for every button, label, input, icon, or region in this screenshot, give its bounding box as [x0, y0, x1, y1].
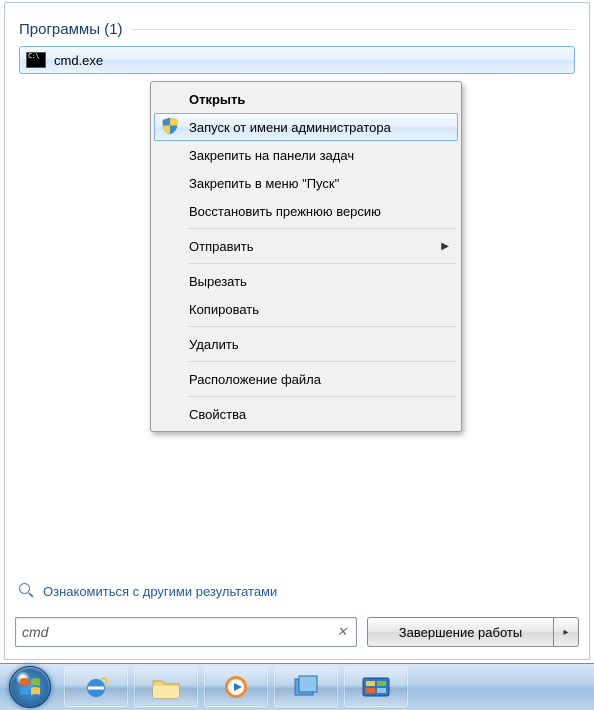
windows-logo-icon — [9, 666, 51, 708]
ie-icon — [82, 673, 110, 701]
shutdown-label: Завершение работы — [399, 625, 522, 640]
ctx-pin-start[interactable]: Закрепить в меню "Пуск" — [154, 169, 458, 197]
taskbar-control-panel[interactable] — [344, 667, 408, 707]
chevron-right-icon: ▸ — [563, 627, 568, 638]
taskbar-sticky-notes[interactable] — [274, 667, 338, 707]
uac-shield-icon — [161, 117, 179, 135]
sticky-notes-icon — [292, 674, 320, 700]
divider — [188, 326, 456, 327]
cmd-icon — [26, 52, 46, 68]
context-menu: Открыть Запуск от имени администратора З… — [150, 81, 462, 432]
ctx-restore-previous[interactable]: Восстановить прежнюю версию — [154, 197, 458, 225]
divider — [188, 361, 456, 362]
taskbar-explorer[interactable] — [134, 667, 198, 707]
search-icon — [19, 583, 35, 599]
ctx-restore-previous-label: Восстановить прежнюю версию — [189, 204, 381, 219]
ctx-send-to[interactable]: Отправить ▶ — [154, 232, 458, 260]
ctx-pin-taskbar-label: Закрепить на панели задач — [189, 148, 354, 163]
search-input[interactable]: cmd ✕ — [15, 617, 357, 647]
ctx-open-location[interactable]: Расположение файла — [154, 365, 458, 393]
ctx-properties-label: Свойства — [189, 407, 246, 422]
submenu-arrow-icon: ▶ — [441, 241, 449, 252]
shutdown-menu-button[interactable]: ▸ — [553, 617, 579, 647]
section-title: Программы (1) — [19, 21, 123, 38]
ctx-pin-start-label: Закрепить в меню "Пуск" — [189, 176, 339, 191]
ctx-run-as-admin[interactable]: Запуск от имени администратора — [154, 113, 458, 141]
divider — [188, 263, 456, 264]
ctx-properties[interactable]: Свойства — [154, 400, 458, 428]
divider — [188, 228, 456, 229]
taskbar-ie[interactable] — [64, 667, 128, 707]
ctx-copy-label: Копировать — [189, 302, 259, 317]
control-panel-icon — [361, 675, 391, 699]
folder-icon — [151, 674, 181, 700]
ctx-open[interactable]: Открыть — [154, 85, 458, 113]
bottom-row: cmd ✕ Завершение работы ▸ — [15, 617, 579, 647]
ctx-delete-label: Удалить — [189, 337, 239, 352]
search-result-cmd[interactable]: cmd.exe — [19, 46, 575, 74]
shutdown-group: Завершение работы ▸ — [367, 617, 579, 647]
divider — [188, 396, 456, 397]
ctx-run-as-admin-label: Запуск от имени администратора — [189, 120, 391, 135]
section-header: Программы (1) — [19, 21, 575, 38]
start-menu-search-panel: Программы (1) cmd.exe Открыть Запуск от … — [4, 2, 590, 660]
ctx-cut-label: Вырезать — [189, 274, 247, 289]
ctx-copy[interactable]: Копировать — [154, 295, 458, 323]
taskbar — [0, 663, 594, 710]
clear-search-button[interactable]: ✕ — [334, 624, 350, 640]
start-button[interactable] — [2, 665, 58, 709]
ctx-pin-taskbar[interactable]: Закрепить на панели задач — [154, 141, 458, 169]
divider — [131, 29, 575, 30]
ctx-cut[interactable]: Вырезать — [154, 267, 458, 295]
search-input-value: cmd — [22, 624, 334, 640]
ctx-delete[interactable]: Удалить — [154, 330, 458, 358]
more-results-label: Ознакомиться с другими результатами — [43, 584, 277, 599]
shutdown-button[interactable]: Завершение работы — [367, 617, 553, 647]
more-results-link[interactable]: Ознакомиться с другими результатами — [19, 583, 277, 599]
ctx-send-to-label: Отправить — [189, 239, 253, 254]
taskbar-media-player[interactable] — [204, 667, 268, 707]
ctx-open-label: Открыть — [189, 92, 245, 107]
ctx-open-location-label: Расположение файла — [189, 372, 321, 387]
media-player-icon — [222, 673, 250, 701]
search-result-label: cmd.exe — [54, 53, 103, 68]
